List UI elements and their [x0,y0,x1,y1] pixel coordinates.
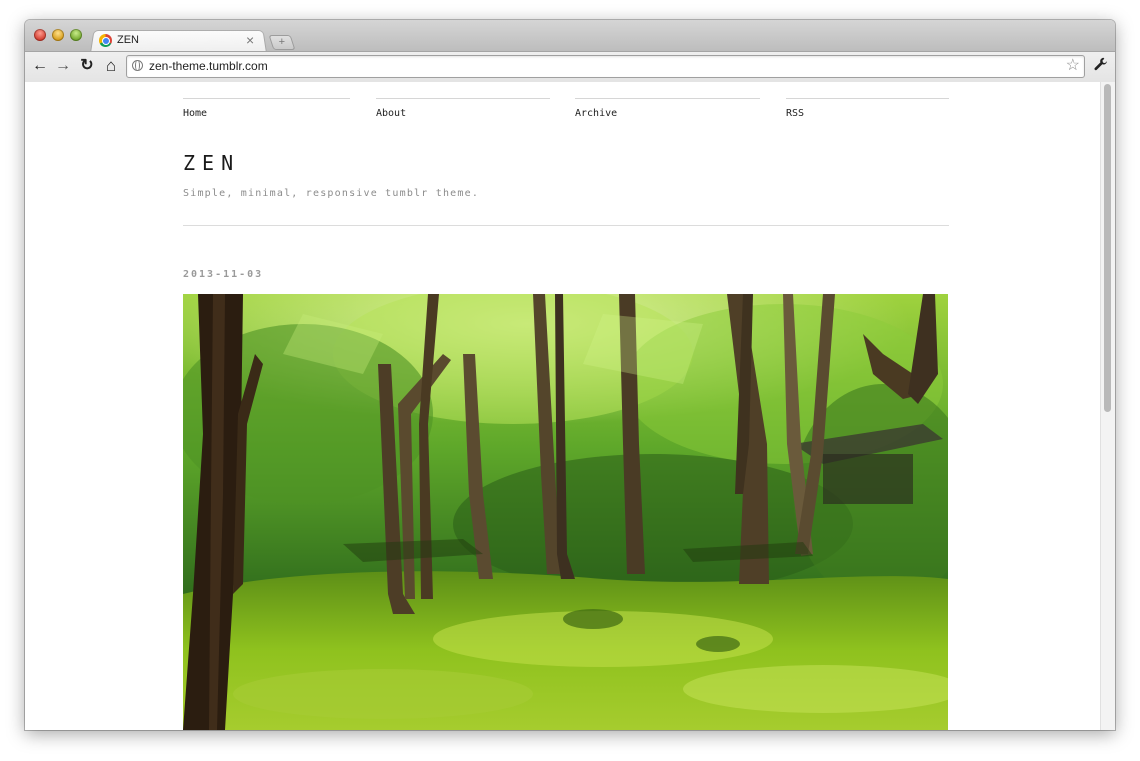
post-date[interactable]: 2013-11-03 [183,269,263,280]
wrench-menu-icon[interactable] [1092,57,1110,75]
globe-icon [132,60,143,71]
nav-home-link[interactable]: Home [183,98,350,119]
tab-strip: ZEN × + [25,20,1115,53]
site-title[interactable]: ZEN [183,151,240,175]
vertical-scrollbar[interactable] [1100,82,1115,730]
scrollbar-thumb[interactable] [1104,84,1111,412]
tab-close-icon[interactable]: × [246,32,254,48]
chrome-favicon-icon [99,34,112,47]
moss-forest-photo[interactable] [183,294,948,730]
back-arrow-icon[interactable]: ← [31,57,49,75]
window-zoom-button[interactable] [70,29,82,41]
home-icon[interactable]: ⌂ [102,57,120,75]
reload-icon[interactable]: ↻ [78,57,96,75]
forward-arrow-icon[interactable]: → [54,57,72,75]
plus-icon: + [278,36,286,48]
tab-title: ZEN [117,34,139,46]
wrench-icon [1094,57,1107,71]
browser-toolbar: ← → ↻ ⌂ zen-theme.tumblr.com ☆ [25,51,1115,83]
nav-about-link[interactable]: About [376,98,550,119]
site-description: Simple, minimal, responsive tumblr theme… [183,188,480,199]
window-close-button[interactable] [34,29,46,41]
address-bar[interactable]: zen-theme.tumblr.com ☆ [126,55,1085,78]
page-viewport: Home About Archive RSS ZEN Simple, minim… [25,82,1115,730]
browser-window: ZEN × + ← → ↻ ⌂ zen-theme.tumblr.com ☆ H… [25,20,1115,730]
nav-archive-link[interactable]: Archive [575,98,760,119]
new-tab-button[interactable]: + [268,35,296,50]
url-text[interactable]: zen-theme.tumblr.com [149,59,268,73]
header-divider [183,225,949,226]
nav-rss-link[interactable]: RSS [786,98,949,119]
tab-content: ZEN × [98,31,263,51]
bookmark-star-icon[interactable]: ☆ [1066,56,1080,76]
window-minimize-button[interactable] [52,29,64,41]
forest-photo-svg [183,294,948,730]
